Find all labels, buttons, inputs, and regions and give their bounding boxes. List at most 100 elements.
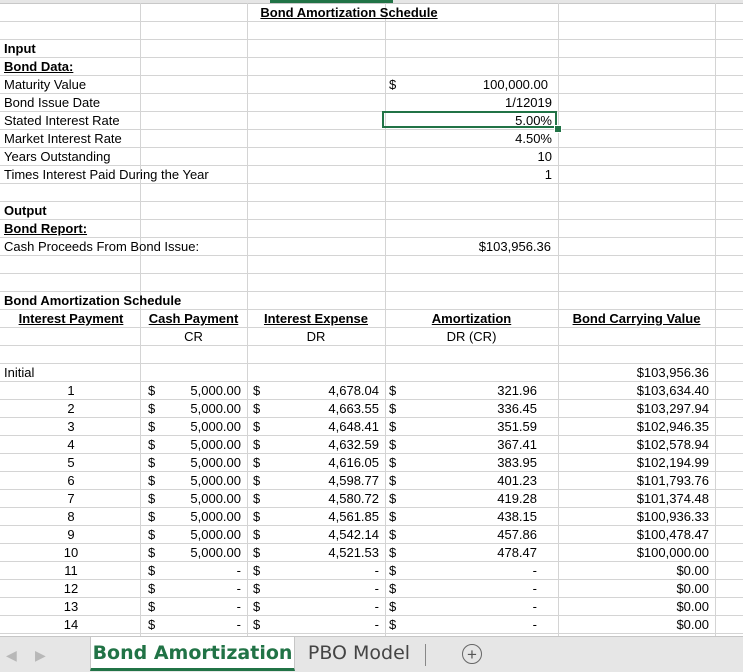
bond-carrying-value: $100,936.33 xyxy=(636,509,709,524)
grid-row xyxy=(0,256,743,274)
selected-column-indicator xyxy=(270,0,393,3)
interest-expense: 4,632.59 xyxy=(328,437,379,452)
bond-carrying-value: $102,946.35 xyxy=(636,419,709,434)
cash-payment: - xyxy=(236,599,241,614)
fill-handle[interactable] xyxy=(554,125,562,133)
interest-expense: - xyxy=(374,563,379,578)
initial-label: Initial xyxy=(4,365,35,380)
payment-number: 5 xyxy=(67,455,75,470)
schedule-heading: Bond Amortization Schedule xyxy=(4,293,182,308)
bond-carrying-value: $100,478.47 xyxy=(636,527,709,542)
amortization: 367.41 xyxy=(497,437,537,452)
interest-expense: - xyxy=(374,617,379,632)
cash-payment: - xyxy=(236,563,241,578)
initial-carrying-value: $103,956.36 xyxy=(636,365,709,380)
input-label: Market Interest Rate xyxy=(4,131,122,146)
tab-bond-amortization[interactable]: Bond Amortization xyxy=(90,637,295,671)
grid-row xyxy=(0,22,743,40)
scroll-right-icon[interactable]: ▶ xyxy=(35,647,46,664)
bond-carrying-value: $103,634.40 xyxy=(636,383,709,398)
amortization: 478.47 xyxy=(497,545,537,560)
amortization: 321.96 xyxy=(497,383,537,398)
cash-payment: 5,000.00 xyxy=(190,509,241,524)
input-label: Maturity Value xyxy=(4,77,87,92)
amortization: - xyxy=(532,617,537,632)
interest-expense: - xyxy=(374,581,379,596)
spreadsheet-grid[interactable]: Bond Amortization Schedule Input Bond Data… xyxy=(0,0,743,636)
amortization: - xyxy=(532,563,537,578)
cash-payment: 5,000.00 xyxy=(190,545,241,560)
interest-expense: 4,598.77 xyxy=(328,473,379,488)
cash-payment: - xyxy=(236,581,241,596)
column-subheader: DR (CR) xyxy=(446,329,497,344)
interest-expense: 4,678.04 xyxy=(328,383,379,398)
sheet-tab-bar: ◀ ▶ Bond Amortization PBO Model + xyxy=(0,636,743,672)
input-value[interactable]: 1 xyxy=(389,166,552,183)
bond-report-heading: Bond Report: xyxy=(4,221,88,236)
interest-expense: 4,663.55 xyxy=(328,401,379,416)
payment-number: 13 xyxy=(63,599,79,614)
interest-expense: - xyxy=(374,599,379,614)
amortization: 351.59 xyxy=(497,419,537,434)
scroll-left-icon[interactable]: ◀ xyxy=(6,647,17,664)
interest-expense: 4,542.14 xyxy=(328,527,379,542)
input-label: Stated Interest Rate xyxy=(4,113,120,128)
column-subheader xyxy=(558,328,715,345)
payment-number: 10 xyxy=(63,545,79,560)
bond-carrying-value: $0.00 xyxy=(676,617,709,632)
interest-expense: 4,616.05 xyxy=(328,455,379,470)
input-label: Times Interest Paid During the Year xyxy=(4,167,209,182)
interest-expense: 4,648.41 xyxy=(328,419,379,434)
payment-number: 2 xyxy=(67,401,75,416)
payment-number: 11 xyxy=(64,563,78,578)
input-label: Bond Issue Date xyxy=(4,95,101,110)
payment-number: 14 xyxy=(63,617,79,632)
bond-carrying-value: $103,297.94 xyxy=(636,401,709,416)
interest-expense: 4,561.85 xyxy=(328,509,379,524)
input-value[interactable]: 10 xyxy=(389,148,552,165)
bond-data-heading: Bond Data: xyxy=(4,59,74,74)
bond-carrying-value: $101,793.76 xyxy=(636,473,709,488)
column-header: Amortization xyxy=(431,311,512,326)
input-value[interactable]: 1/12019 xyxy=(389,94,552,111)
interest-expense: 4,580.72 xyxy=(328,491,379,506)
grid-row xyxy=(0,184,743,202)
cash-payment: 5,000.00 xyxy=(190,419,241,434)
grid-row xyxy=(0,346,743,364)
gridline xyxy=(715,3,716,636)
payment-number: 6 xyxy=(67,473,75,488)
sheet-title: Bond Amortization Schedule xyxy=(260,5,438,20)
selected-cell[interactable] xyxy=(382,111,557,128)
payment-number: 7 xyxy=(67,491,75,506)
cash-payment: 5,000.00 xyxy=(190,437,241,452)
bond-carrying-value: $0.00 xyxy=(676,581,709,596)
column-header: Interest Expense xyxy=(263,311,369,326)
cash-payment: 5,000.00 xyxy=(190,383,241,398)
input-value[interactable]: 100,000.00 xyxy=(389,76,548,93)
amortization: 336.45 xyxy=(497,401,537,416)
column-subheader: DR xyxy=(306,329,326,344)
amortization: - xyxy=(532,599,537,614)
cash-payment: 5,000.00 xyxy=(190,527,241,542)
cash-payment: 5,000.00 xyxy=(190,473,241,488)
amortization: 438.15 xyxy=(497,509,537,524)
amortization: 401.23 xyxy=(497,473,537,488)
payment-number: 8 xyxy=(67,509,75,524)
tab-separator xyxy=(425,644,426,666)
amortization: 419.28 xyxy=(497,491,537,506)
cash-proceeds-label: Cash Proceeds From Bond Issue: xyxy=(4,239,200,254)
bond-carrying-value: $102,578.94 xyxy=(636,437,709,452)
cash-payment: 5,000.00 xyxy=(190,401,241,416)
add-sheet-icon[interactable]: + xyxy=(462,644,482,664)
cash-payment: 5,000.00 xyxy=(190,491,241,506)
bond-carrying-value: $0.00 xyxy=(676,563,709,578)
column-subheader: CR xyxy=(184,329,203,344)
input-heading: Input xyxy=(4,41,36,56)
bond-carrying-value: $0.00 xyxy=(676,599,709,614)
payment-number: 12 xyxy=(63,581,79,596)
bond-carrying-value: $102,194.99 xyxy=(636,455,709,470)
amortization: - xyxy=(532,581,537,596)
cash-payment: 5,000.00 xyxy=(190,455,241,470)
tab-pbo-model[interactable]: PBO Model xyxy=(300,637,418,671)
input-value[interactable]: 4.50% xyxy=(389,130,552,147)
